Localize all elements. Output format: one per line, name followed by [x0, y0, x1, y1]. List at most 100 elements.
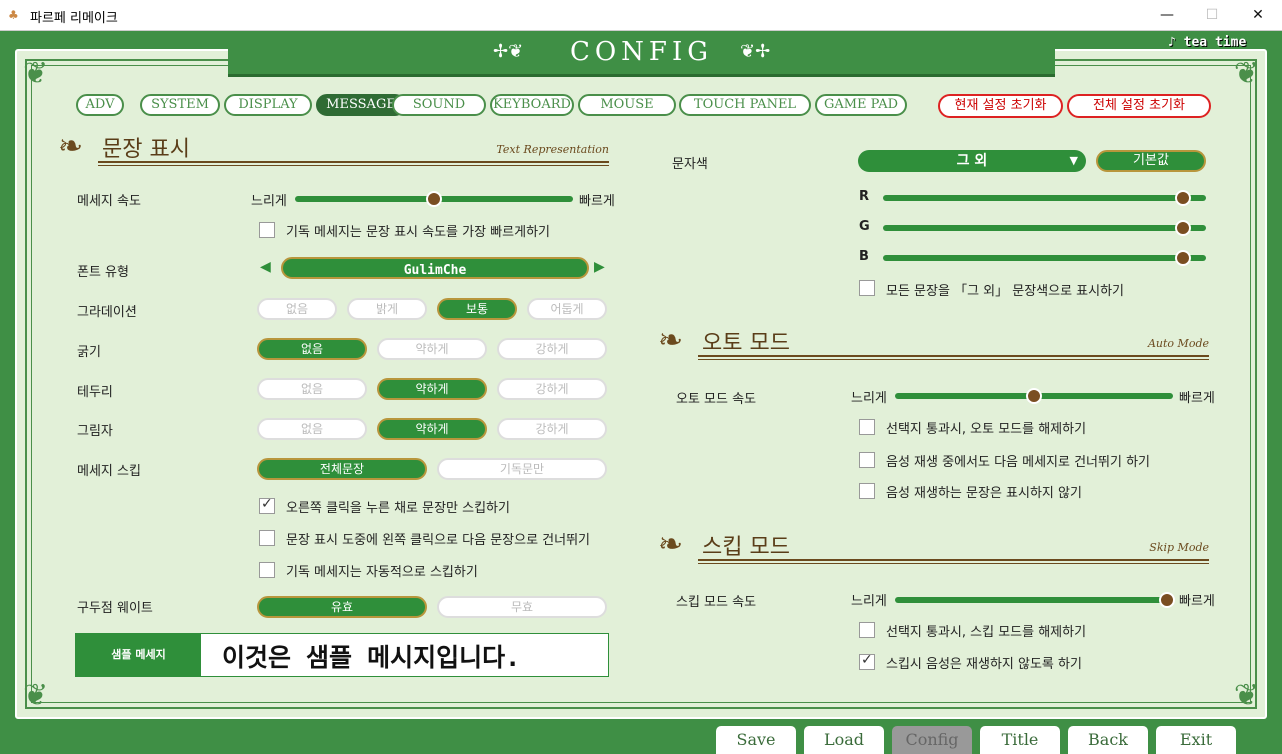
tab-sound[interactable]: SOUND [392, 94, 486, 116]
option-pill[interactable]: 강하게 [497, 418, 607, 440]
auto-speed-slider[interactable] [895, 388, 1173, 404]
config-banner: ✢❦ CONFIG ❦✢ [228, 31, 1055, 77]
section-skip-mode: ❧ 스킵 모드 Skip Mode [658, 527, 1209, 567]
corner-ornament-tr-icon: ❦ [1233, 56, 1259, 91]
text-color-dropdown[interactable]: 그 외 ▼ [858, 150, 1086, 172]
default-color-button[interactable]: 기본값 [1096, 150, 1206, 172]
fast-label: 빠르게 [1179, 594, 1215, 609]
auto-skip-read-label: 기독 메세지는 자동적으로 스킵하기 [286, 565, 478, 580]
tab-display[interactable]: DISPLAY [224, 94, 312, 116]
auto-skip-voice-checkbox[interactable] [859, 452, 875, 468]
gradation-label: 그라데이션 [77, 305, 137, 320]
tab-adv[interactable]: ADV [76, 94, 124, 116]
minimize-button[interactable]: — [1144, 0, 1190, 31]
shadow-label: 그림자 [77, 424, 113, 439]
option-pill[interactable]: 유효 [257, 596, 427, 618]
border-label: 테두리 [77, 385, 113, 400]
chevron-down-icon: ▼ [1069, 154, 1078, 167]
option-pill[interactable]: 밝게 [347, 298, 427, 320]
read-fast-label: 기독 메세지는 문장 표시 속도를 가장 빠르게하기 [286, 225, 550, 240]
skip-label: 메세지 스킵 [77, 464, 141, 479]
b-slider[interactable] [883, 250, 1206, 266]
nav-back-button[interactable]: Back [1068, 726, 1148, 754]
banner-ornament-right-icon: ❦✢ [740, 41, 771, 62]
close-button[interactable]: ✕ [1235, 0, 1281, 31]
auto-speed-label: 오토 모드 속도 [676, 392, 757, 407]
right-click-skip-label: 오른쪽 클릭을 누른 채로 문장만 스킵하기 [286, 501, 510, 516]
nav-save-button[interactable]: Save [716, 726, 796, 754]
tab-game-pad[interactable]: GAME PAD [815, 94, 907, 116]
slow-label: 느리게 [851, 391, 887, 406]
tab-system[interactable]: SYSTEM [140, 94, 220, 116]
window-title: 파르페 리메이크 [30, 11, 118, 26]
skip-cancel-choice-label: 선택지 통과시, 스킵 모드를 해제하기 [886, 625, 1087, 640]
divider [698, 355, 1209, 357]
option-pill[interactable]: 없음 [257, 298, 337, 320]
auto-skip-read-checkbox[interactable] [259, 562, 275, 578]
font-selector[interactable]: GulimChe [281, 257, 589, 279]
skip-no-voice-checkbox[interactable] [859, 652, 875, 670]
option-pill[interactable]: 강하게 [497, 338, 607, 360]
option-pill[interactable]: 없음 [257, 378, 367, 400]
brand-logo: ♪ tea time [1168, 35, 1247, 50]
section-curl-icon: ❧ [658, 527, 684, 562]
slider-knob[interactable] [1026, 388, 1042, 404]
auto-cancel-choice-checkbox[interactable] [859, 419, 875, 435]
option-pill[interactable]: 약하게 [377, 418, 487, 440]
maximize-button[interactable]: ☐ [1189, 0, 1235, 31]
reset-current-button[interactable]: 현재 설정 초기화 [938, 94, 1063, 118]
nav-config-button[interactable]: Config [892, 726, 972, 754]
auto-cancel-choice-label: 선택지 통과시, 오토 모드를 해제하기 [886, 422, 1087, 437]
all-text-color-checkbox[interactable] [859, 280, 875, 296]
section-title: 스킵 모드 [702, 535, 790, 560]
weight-label: 굵기 [77, 345, 101, 360]
option-pill[interactable]: 강하게 [497, 378, 607, 400]
section-subtitle: Auto Mode [1147, 337, 1209, 350]
option-pill[interactable]: 없음 [257, 338, 367, 360]
option-pill[interactable]: 없음 [257, 418, 367, 440]
option-pill[interactable]: 보통 [437, 298, 517, 320]
skip-speed-label: 스킵 모드 속도 [676, 595, 757, 610]
divider [98, 161, 609, 163]
corner-ornament-bl-icon: ❦ [23, 678, 49, 713]
divider [698, 563, 1209, 564]
tab-keyboard[interactable]: KEYBOARD [490, 94, 574, 116]
skip-speed-slider[interactable] [895, 592, 1176, 608]
option-pill[interactable]: 전체문장 [257, 458, 427, 480]
all-text-color-label: 모든 문장을 「그 외」 문장색으로 표시하기 [886, 284, 1125, 299]
option-pill[interactable]: 기독문만 [437, 458, 607, 480]
sample-message-box: 샘플 메세지 이것은 샘플 메시지입니다. [75, 633, 609, 677]
fast-label: 빠르게 [1179, 391, 1215, 406]
divider [698, 359, 1209, 360]
g-slider[interactable] [883, 220, 1206, 236]
section-curl-icon: ❧ [658, 323, 684, 358]
font-label: 폰트 유형 [77, 265, 129, 280]
page-title: CONFIG [569, 37, 714, 67]
tab-mouse[interactable]: MOUSE [578, 94, 676, 116]
option-pill[interactable]: 무효 [437, 596, 607, 618]
app-icon: ♣ [8, 8, 19, 22]
b-label: B [859, 249, 869, 264]
tab-touch-panel[interactable]: TOUCH PANEL [679, 94, 811, 116]
hide-voice-text-checkbox[interactable] [859, 483, 875, 499]
msg-speed-slider[interactable] [295, 191, 573, 207]
slow-label: 느리게 [251, 194, 287, 209]
section-subtitle: Text Representation [496, 143, 609, 156]
font-value: GulimChe [403, 263, 467, 278]
hide-voice-text-label: 음성 재생하는 문장은 표시하지 않기 [886, 486, 1082, 501]
reset-all-button[interactable]: 전체 설정 초기화 [1067, 94, 1211, 118]
option-pill[interactable]: 약하게 [377, 378, 487, 400]
skip-cancel-choice-checkbox[interactable] [859, 622, 875, 638]
read-fast-checkbox[interactable] [259, 222, 275, 238]
nav-title-button[interactable]: Title [980, 726, 1060, 754]
option-pill[interactable]: 어둡게 [527, 298, 607, 320]
font-next-icon[interactable]: ▶ [594, 259, 605, 275]
left-click-next-checkbox[interactable] [259, 530, 275, 546]
nav-exit-button[interactable]: Exit [1156, 726, 1236, 754]
nav-load-button[interactable]: Load [804, 726, 884, 754]
font-prev-icon[interactable]: ◀ [260, 259, 271, 275]
right-click-skip-checkbox[interactable] [259, 496, 275, 514]
slider-knob[interactable] [426, 191, 442, 207]
option-pill[interactable]: 약하게 [377, 338, 487, 360]
r-slider[interactable] [883, 190, 1206, 206]
